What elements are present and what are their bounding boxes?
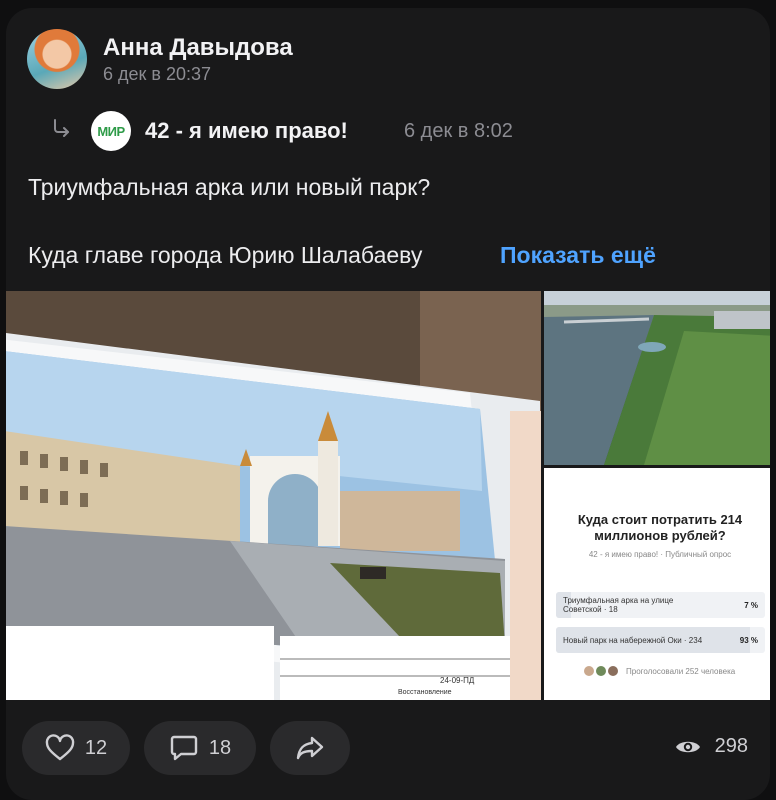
eye-icon: [675, 741, 700, 752]
repost-icon: [54, 119, 69, 137]
poll-option-percent: 93 %: [739, 636, 758, 645]
author-name[interactable]: Анна Давыдова: [103, 34, 293, 62]
view-count: 298: [714, 735, 748, 757]
post-text-line-2: Куда главе города Юрию Шалабаеву Показать…: [28, 242, 656, 269]
poll-voters-text: Проголосовали 252 человека: [626, 666, 736, 676]
post-card: Анна Давыдова 6 дек в 20:37 МИР 42 - я и…: [6, 8, 770, 800]
voter-avatar: [596, 666, 606, 676]
comment-icon: [170, 735, 198, 761]
poll-voters: Проголосовали 252 человека: [584, 666, 735, 676]
show-more-link[interactable]: Показать ещё: [500, 242, 656, 268]
voter-avatar: [608, 666, 618, 676]
source-name[interactable]: 42 - я имею право!: [145, 118, 348, 144]
comment-count: 18: [208, 736, 232, 759]
poll-option-park[interactable]: Новый парк на набережной Оки · 234 93 %: [556, 627, 765, 653]
views-counter: 298: [675, 735, 748, 758]
poll-option-label: Триумфальная арка на улице Советской · 1…: [563, 596, 674, 614]
share-button[interactable]: [270, 721, 350, 775]
photo-river-illustration: [544, 291, 770, 465]
photo-arch-illustration: [6, 291, 541, 700]
post-date[interactable]: 6 дек в 20:37: [103, 64, 211, 85]
share-icon: [296, 736, 324, 760]
drawing-caption: Восстановление: [398, 689, 452, 696]
poll-option-percent: 7 %: [744, 601, 758, 610]
author-avatar[interactable]: [27, 29, 87, 89]
comment-button[interactable]: 18: [144, 721, 256, 775]
poll-option-arch[interactable]: Триумфальная арка на улице Советской · 1…: [556, 592, 765, 618]
voter-avatar: [584, 666, 594, 676]
post-text-truncated: Куда главе города Юрию Шалабаеву: [28, 242, 423, 268]
photo-arch-project[interactable]: 24-09-ПД Восстановление: [6, 291, 541, 700]
post-text-line-1: Триумфальная арка или новый парк?: [28, 174, 431, 200]
poll-question: Куда стоит потратить 214 миллионов рубле…: [577, 512, 743, 543]
like-button[interactable]: 12: [22, 721, 130, 775]
heart-icon: [45, 734, 75, 761]
like-count: 12: [84, 736, 108, 759]
source-date[interactable]: 6 дек в 8:02: [404, 120, 513, 143]
drawing-code: 24-09-ПД: [440, 676, 475, 685]
source-logo[interactable]: МИР: [91, 111, 131, 151]
poll-card[interactable]: Куда стоит потратить 214 миллионов рубле…: [544, 468, 770, 700]
poll-meta: 42 - я имею право! · Публичный опрос: [588, 550, 732, 559]
source-logo-text: МИР: [97, 123, 125, 139]
poll-option-label: Новый парк на набережной Оки · 234: [563, 636, 703, 645]
photo-river-park[interactable]: [544, 291, 770, 465]
